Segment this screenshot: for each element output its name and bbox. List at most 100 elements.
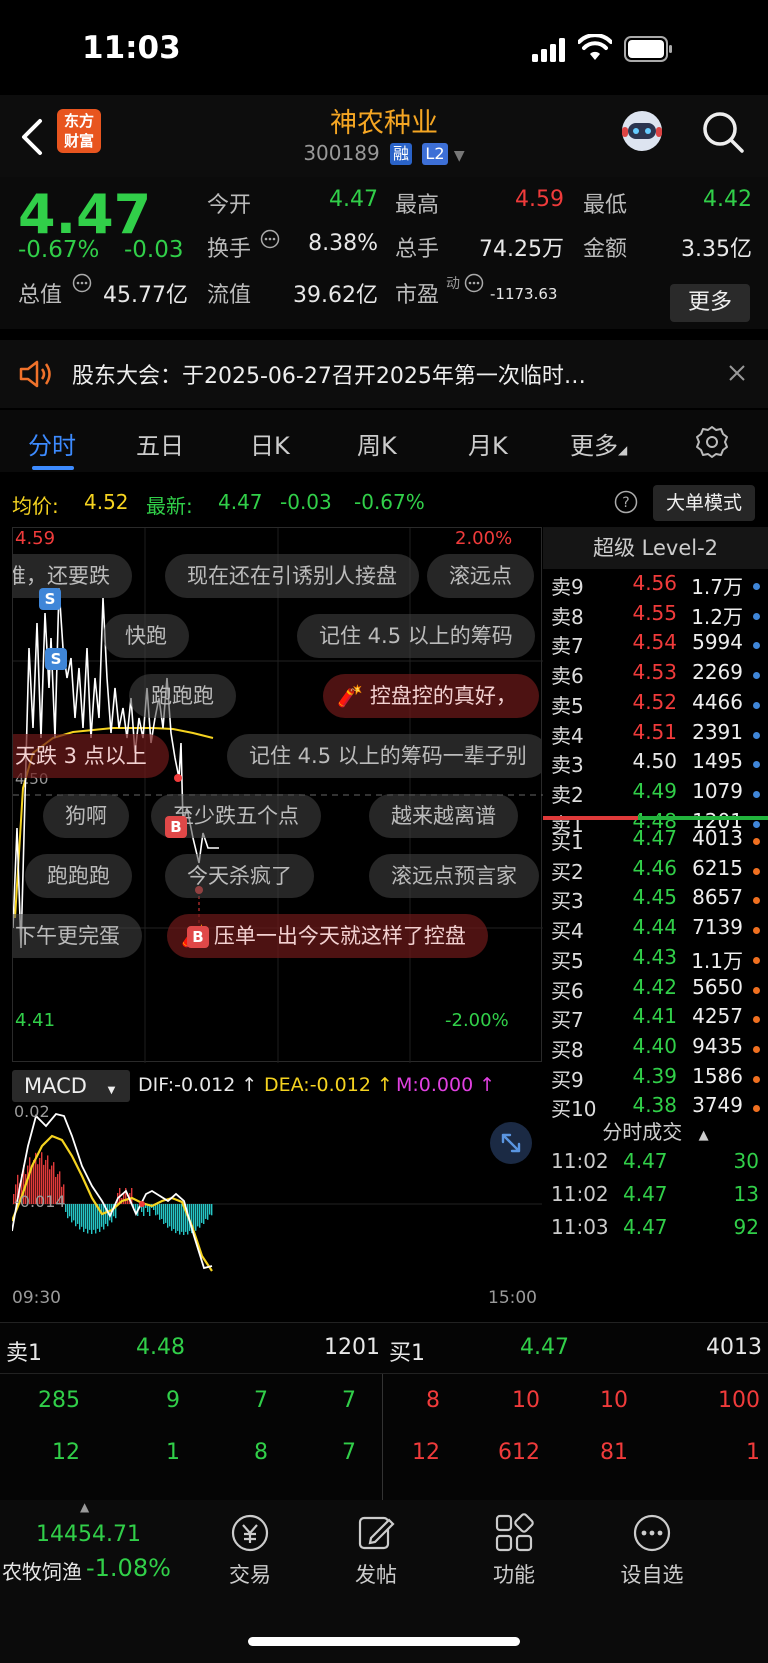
tab-daily-k[interactable]: 日K	[250, 426, 290, 461]
ask-row[interactable]: 卖4 4.51 2391	[543, 720, 768, 751]
comment-bubble[interactable]: 谁，还要跌	[13, 554, 132, 598]
buy-marker-icon[interactable]: B	[187, 926, 209, 948]
macd-bar	[85, 1204, 87, 1229]
ask-row[interactable]: 卖3 4.50 1495	[543, 749, 768, 780]
order-dot-icon	[753, 986, 760, 994]
ask-volume: 1.7万	[691, 575, 743, 599]
svg-text:?: ?	[622, 495, 629, 511]
buy-marker-icon[interactable]: B	[165, 816, 187, 838]
open-label: 今开	[207, 193, 252, 218]
intraday-chart[interactable]: 4.59 4.41 2.00% -2.00% 4.50 谁，还要跌 现在还在引诱…	[12, 527, 543, 1063]
comment-bubble[interactable]: 现在还在引诱别人接盘	[165, 554, 419, 598]
tab-more[interactable]: 更多◢	[570, 426, 627, 461]
close-icon[interactable]	[726, 362, 748, 384]
help-icon[interactable]: ?	[614, 490, 638, 514]
notice-banner[interactable]: 股东大会：于2025-06-27召开2025年第一次临时…	[0, 340, 768, 408]
macd-bar	[179, 1204, 181, 1235]
comment-bubble[interactable]: 快跑	[103, 614, 189, 658]
comment-bubble[interactable]: 滚远点	[427, 554, 534, 598]
comment-bubble[interactable]: 记住 4.5 以上的筹码一辈子别	[227, 734, 541, 778]
bid-price: 4.42	[632, 974, 677, 999]
sell-marker-icon[interactable]: S	[45, 648, 67, 670]
bid-row[interactable]: 买7 4.41 4257	[543, 1004, 768, 1035]
bid-row[interactable]: 买1 4.47 4013	[543, 826, 768, 857]
macd-bar	[71, 1204, 73, 1223]
comment-bubble[interactable]: 🧨 控盘控的真好，	[323, 674, 539, 718]
bid-row[interactable]: 买9 4.39 1586	[543, 1064, 768, 1095]
info-dots-icon[interactable]	[260, 229, 280, 249]
sector-index-widget[interactable]: ▲ 14454.71 农牧饲渔 -1.08%	[0, 1500, 176, 1600]
bid-volume: 1.1万	[691, 948, 743, 973]
comment-bubble[interactable]: 🧨 压单一出今天就这样了控盘	[167, 914, 488, 958]
status-time: 11:03	[82, 30, 181, 66]
bid-row[interactable]: 买8 4.40 9435	[543, 1034, 768, 1065]
ask-row[interactable]: 卖2 4.49 1079	[543, 779, 768, 810]
bid-price: 4.47	[632, 826, 677, 850]
bid-row[interactable]: 买2 4.46 6215	[543, 856, 768, 887]
comment-bubble[interactable]: 跑跑跑	[129, 674, 236, 718]
robot-assistant-icon[interactable]	[618, 107, 666, 155]
bid-volume: 1586	[692, 1063, 743, 1088]
ask-row[interactable]: 卖8 4.55 1.2万	[543, 601, 768, 632]
order-dot-icon	[753, 1105, 760, 1113]
ask-volume: 1.2万	[691, 604, 743, 629]
ask-price: 4.52	[632, 689, 677, 714]
comment-bubble[interactable]: 今天杀疯了	[165, 854, 314, 898]
bid-volume: 8657	[692, 885, 743, 910]
ask-row[interactable]: 卖6 4.53 2269	[543, 660, 768, 691]
macd-chart[interactable]: 0.02 -0.014 09:30 15:00	[12, 1102, 542, 1316]
ask-row[interactable]: 卖9 4.56 1.7万	[543, 571, 768, 602]
macd-ybot: -0.014	[14, 1192, 66, 1211]
ask-price: 4.54	[632, 630, 677, 655]
ask-row[interactable]: 卖7 4.54 5994	[543, 630, 768, 661]
tab-intraday[interactable]: 分时	[28, 426, 76, 461]
bid-row[interactable]: 买6 4.42 5650	[543, 975, 768, 1006]
comment-bubble[interactable]: 越来越离谱	[369, 794, 518, 838]
comment-bubble[interactable]: 跑跑跑	[25, 854, 132, 898]
macd-bar	[209, 1204, 211, 1215]
bid-row[interactable]: 买5 4.43 1.1万	[543, 945, 768, 976]
edit-pencil-icon	[326, 1512, 426, 1559]
comment-bubble[interactable]: 滚远点预言家	[369, 854, 539, 898]
macd-bar	[69, 1204, 71, 1217]
sell-marker-icon[interactable]: S	[39, 588, 61, 610]
bid-price: 4.46	[632, 855, 677, 880]
tab-five-day[interactable]: 五日	[136, 426, 184, 461]
info-dots-icon[interactable]	[72, 273, 92, 293]
ask-price: 4.51	[632, 719, 677, 744]
tab-trade[interactable]: 交易	[200, 1512, 300, 1589]
indicator-selector[interactable]: MACD ▼	[12, 1070, 130, 1102]
bid-row[interactable]: 买4 4.44 7139	[543, 915, 768, 946]
big-order-mode-button[interactable]: 大单模式	[653, 485, 755, 521]
tab-post[interactable]: 发帖	[326, 1512, 426, 1589]
tab-functions[interactable]: 功能	[464, 1512, 564, 1589]
tab-monthly-k[interactable]: 月K	[468, 426, 508, 461]
macd-bar	[173, 1204, 175, 1230]
ask-row[interactable]: 卖5 4.52 4466	[543, 690, 768, 721]
macd-bar	[83, 1204, 85, 1232]
settings-gear-icon[interactable]	[694, 424, 730, 460]
home-indicator[interactable]	[248, 1637, 520, 1646]
tick-row: 11:02 4.47 13	[543, 1182, 768, 1213]
info-dots-icon[interactable]	[464, 273, 484, 293]
bid-row[interactable]: 买3 4.45 8657	[543, 885, 768, 916]
ticks-header[interactable]: 分时成交 ▲	[543, 1115, 768, 1149]
tab-add-watchlist[interactable]: 设自选	[602, 1512, 702, 1589]
more-button[interactable]: 更多	[670, 284, 750, 322]
macd-header: MACD ▼ DIF:-0.012 ↑ DEA:-0.012 ↑ M:0.000…	[12, 1068, 542, 1104]
tab-weekly-k[interactable]: 周K	[357, 426, 397, 461]
macd-bar	[107, 1204, 109, 1227]
period-tabs: 分时 五日 日K 周K 月K 更多◢	[0, 410, 768, 472]
comment-bubble[interactable]: 狗啊	[43, 794, 129, 838]
order-dot-icon	[753, 897, 760, 905]
expand-icon[interactable]	[490, 1122, 532, 1164]
level2-title[interactable]: 超级 Level-2	[543, 527, 768, 569]
comment-bubble[interactable]: 记住 4.5 以上的筹码	[297, 614, 535, 658]
avg-value: 4.52	[84, 490, 129, 514]
comment-bubble[interactable]: 天跌 3 点以上	[13, 734, 169, 778]
macd-bar	[201, 1204, 203, 1223]
macd-bar	[89, 1204, 91, 1230]
search-icon[interactable]	[700, 109, 746, 155]
avg-label: 均价:	[12, 494, 59, 518]
comment-bubble[interactable]: 下午更完蛋	[13, 914, 142, 958]
